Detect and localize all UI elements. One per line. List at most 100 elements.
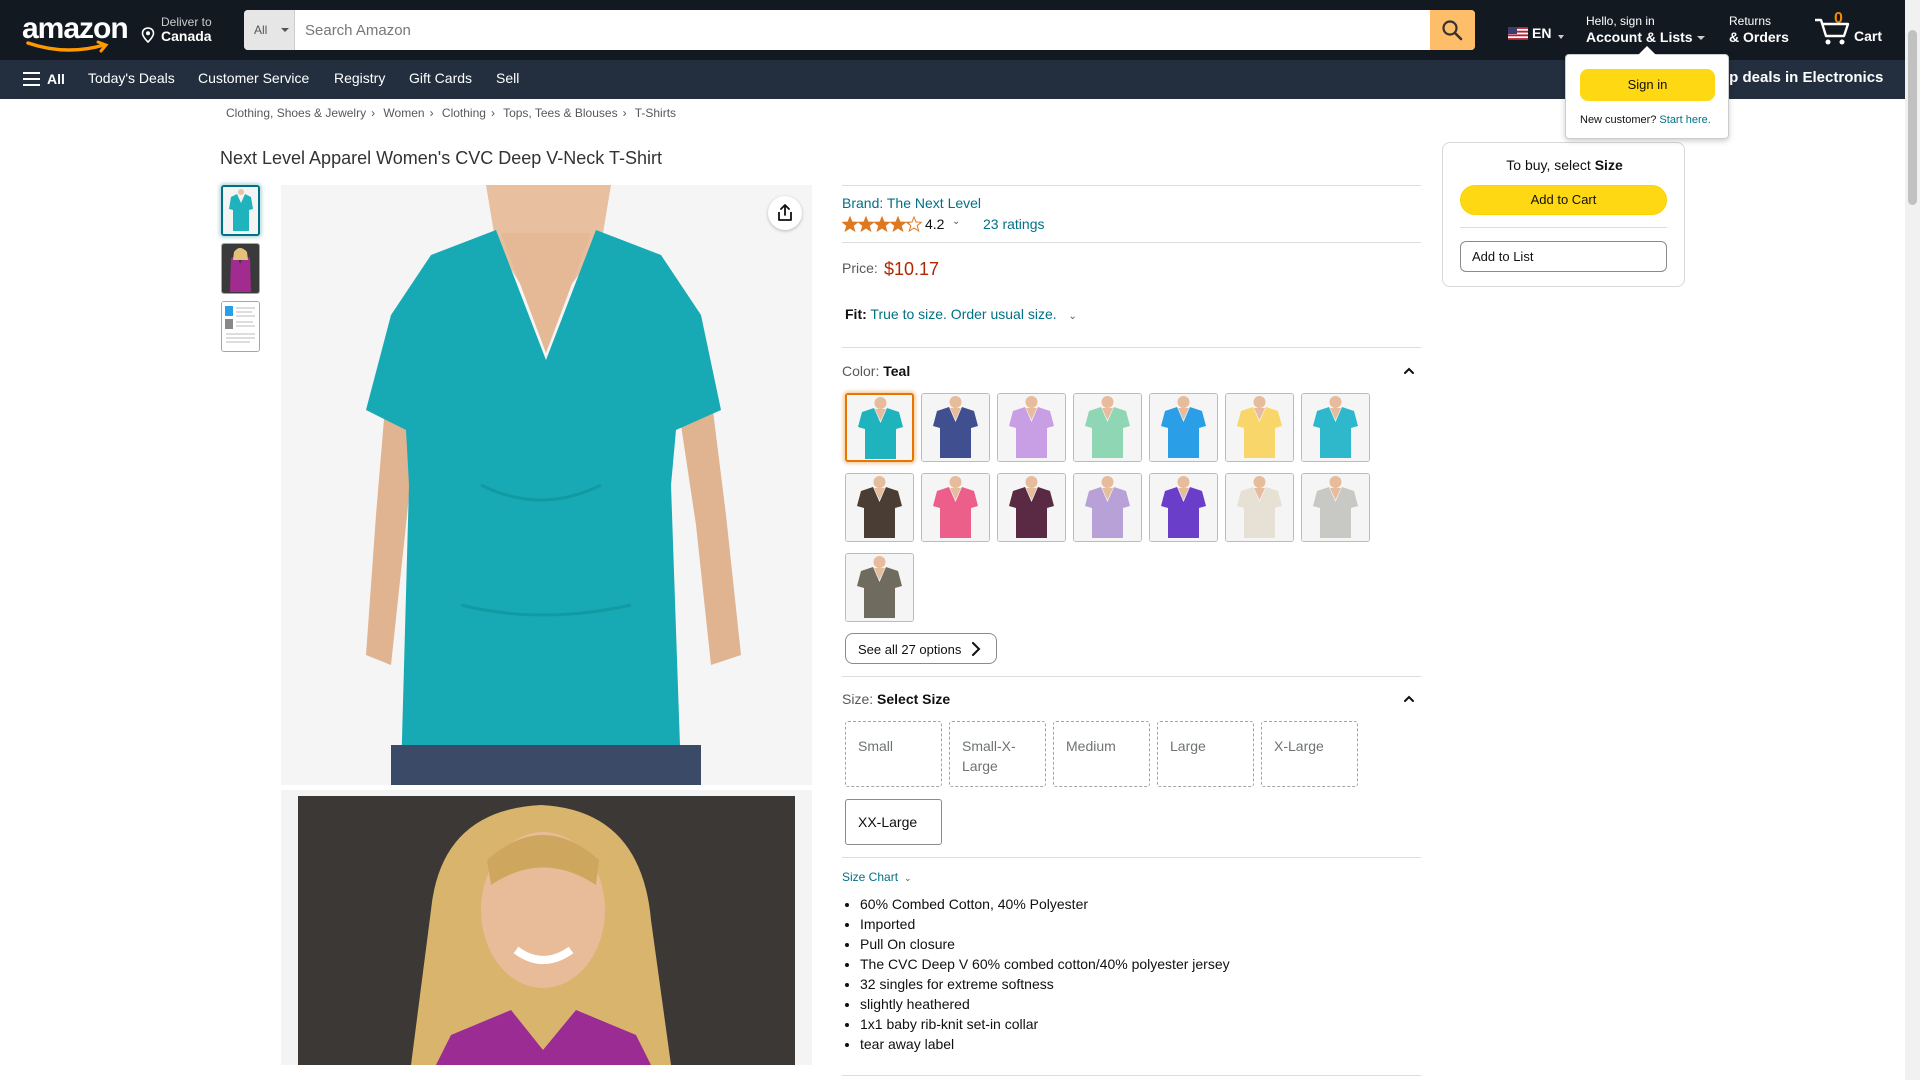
- returns-and-orders[interactable]: Returns & Orders: [1729, 14, 1789, 45]
- teal-shirt-thumbnail-image: [223, 187, 258, 234]
- color-swatch[interactable]: [1149, 473, 1218, 542]
- add-to-list-button[interactable]: Add to List: [1460, 241, 1667, 272]
- search-input[interactable]: [295, 10, 1429, 50]
- divider: [842, 347, 1421, 348]
- fit-info[interactable]: Fit: True to size. Order usual size. ⌄: [845, 306, 1077, 322]
- color-swatch[interactable]: [1149, 393, 1218, 462]
- brand-link[interactable]: Brand: The Next Level: [842, 195, 981, 211]
- amazon-logo[interactable]: amazon: [20, 12, 129, 53]
- color-swatch[interactable]: [845, 393, 914, 462]
- scrollbar-thumb[interactable]: [1908, 30, 1917, 205]
- divider: [842, 676, 1421, 677]
- orders-label: & Orders: [1729, 29, 1789, 45]
- size-option-x-large[interactable]: X-Large: [1261, 721, 1358, 787]
- breadcrumb-item[interactable]: Tops, Tees & Blouses: [503, 106, 618, 120]
- dropdown-caret-icon: [281, 28, 289, 32]
- account-and-lists[interactable]: Hello, sign in Account & Lists: [1586, 14, 1711, 45]
- size-option-small[interactable]: Small: [845, 721, 942, 787]
- fit-label: Fit:: [845, 306, 867, 322]
- nav-registry[interactable]: Registry: [334, 70, 385, 86]
- nav-sell[interactable]: Sell: [496, 70, 519, 86]
- chevron-up-icon[interactable]: [1402, 364, 1416, 378]
- shirt-swatch-image: [1226, 394, 1293, 461]
- shirt-swatch-image: [1226, 474, 1293, 541]
- breadcrumb-separator: ›: [429, 106, 434, 120]
- breadcrumb-item[interactable]: Clothing, Shoes & Jewelry: [226, 106, 366, 120]
- buy-box-heading: To buy, select Size: [1506, 157, 1623, 173]
- chevron-up-icon[interactable]: [1402, 692, 1416, 706]
- shirt-swatch-image: [922, 394, 989, 461]
- breadcrumb-item[interactable]: Women: [383, 106, 424, 120]
- see-all-options-button[interactable]: See all 27 options: [845, 633, 997, 664]
- breadcrumb-separator: ›: [490, 106, 495, 120]
- purple-shirt-thumbnail-image: [222, 244, 259, 293]
- shirt-swatch-image: [1302, 474, 1369, 541]
- buy-box-required-option: Size: [1594, 157, 1623, 173]
- color-swatch[interactable]: [921, 473, 990, 542]
- color-swatch[interactable]: [921, 393, 990, 462]
- nav-customer-service[interactable]: Customer Service: [198, 70, 309, 86]
- sign-in-button[interactable]: Sign in: [1580, 69, 1715, 101]
- color-swatch[interactable]: [997, 393, 1066, 462]
- search-category-label: All: [254, 23, 268, 37]
- price-value: $10.17: [884, 259, 940, 279]
- deliver-country: Canada: [161, 28, 212, 44]
- color-swatch[interactable]: [1225, 393, 1294, 462]
- nav-gift-cards[interactable]: Gift Cards: [409, 70, 472, 86]
- chevron-right-icon: [972, 642, 981, 656]
- size-chart-link[interactable]: Size Chart ⌄: [842, 870, 912, 884]
- hamburger-menu-icon: [23, 72, 40, 86]
- image-thumbnail[interactable]: [221, 243, 260, 294]
- page-scrollbar[interactable]: [1905, 0, 1920, 1080]
- add-to-cart-button[interactable]: Add to Cart: [1460, 185, 1667, 215]
- share-icon: [778, 204, 792, 221]
- shirt-swatch-image: [846, 554, 913, 621]
- secondary-product-image[interactable]: [281, 790, 812, 1065]
- size-option-xx-large[interactable]: XX-Large: [845, 799, 942, 845]
- breadcrumb-item[interactable]: T-Shirts: [635, 106, 676, 120]
- color-swatch[interactable]: [997, 473, 1066, 542]
- star-rating-icon[interactable]: [842, 216, 922, 232]
- size-option-large[interactable]: Large: [1157, 721, 1254, 787]
- flyout-arrow: [1638, 46, 1656, 55]
- shirt-swatch-image: [1302, 394, 1369, 461]
- size-chart-label: Size Chart: [842, 870, 899, 884]
- share-button[interactable]: [768, 196, 802, 230]
- color-swatch[interactable]: [845, 553, 914, 622]
- size-option-medium[interactable]: Medium: [1053, 721, 1150, 787]
- shirt-swatch-image: [1150, 474, 1217, 541]
- nav-todays-deals[interactable]: Today's Deals: [88, 70, 175, 86]
- chevron-down-icon: [1696, 36, 1705, 41]
- color-swatch[interactable]: [1073, 393, 1142, 462]
- search-icon: [1442, 20, 1463, 41]
- start-here-link[interactable]: Start here.: [1659, 114, 1710, 126]
- see-all-label: See all 27 options: [858, 642, 962, 657]
- color-swatch[interactable]: [1301, 473, 1370, 542]
- color-swatch[interactable]: [1301, 393, 1370, 462]
- returns-label: Returns: [1729, 14, 1772, 28]
- sign-in-flyout: Sign in New customer? Start here.: [1565, 46, 1729, 139]
- cart-icon: [1815, 18, 1850, 45]
- divider: [842, 185, 1421, 186]
- shirt-swatch-image: [922, 474, 989, 541]
- color-swatch[interactable]: [1225, 473, 1294, 542]
- search-category-dropdown[interactable]: All: [244, 10, 295, 50]
- size-option-small-x-large[interactable]: Small-X-Large: [949, 721, 1046, 787]
- image-thumbnail[interactable]: [221, 185, 260, 236]
- cart-button[interactable]: 0 Cart: [1814, 10, 1889, 50]
- cart-label: Cart: [1854, 28, 1883, 44]
- feature-bullet: tear away label: [860, 1034, 1230, 1054]
- image-thumbnail[interactable]: [221, 301, 260, 352]
- main-product-image[interactable]: [281, 185, 812, 785]
- nav-promo-electronics[interactable]: op deals in Electronics: [1720, 69, 1883, 86]
- ratings-count-link[interactable]: 23 ratings: [983, 216, 1044, 232]
- size-label: Size:: [842, 691, 874, 707]
- search-button[interactable]: [1430, 10, 1475, 50]
- breadcrumb-item[interactable]: Clothing: [442, 106, 486, 120]
- shirt-swatch-image: [1074, 474, 1141, 541]
- account-lists-label: Account & Lists: [1586, 29, 1711, 45]
- top-navigation-bar: amazon Deliver to Canada All EN Hello, s…: [0, 0, 1905, 60]
- color-swatch[interactable]: [1073, 473, 1142, 542]
- chevron-down-icon[interactable]: ⌄: [952, 216, 960, 227]
- color-swatch[interactable]: [845, 473, 914, 542]
